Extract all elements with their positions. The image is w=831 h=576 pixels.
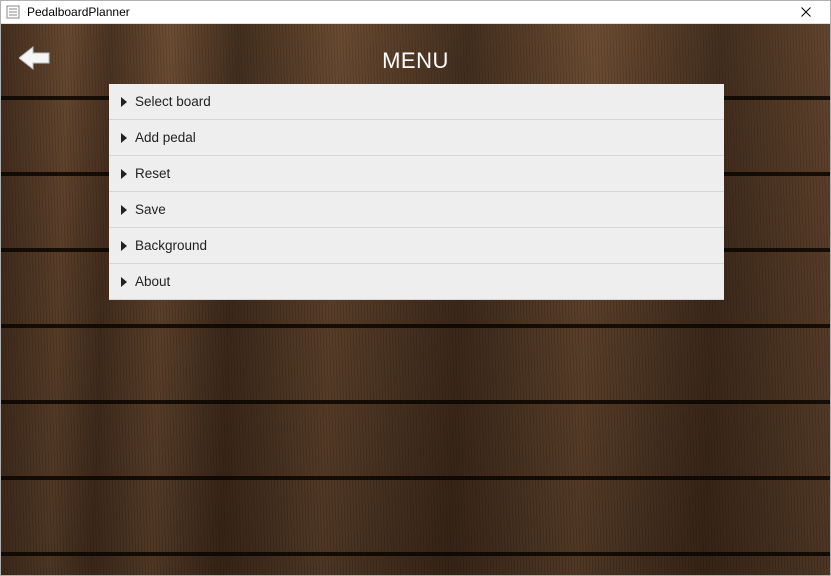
chevron-right-icon xyxy=(117,95,131,109)
chevron-right-icon xyxy=(117,131,131,145)
window-close-button[interactable] xyxy=(786,1,826,24)
page-title: MENU xyxy=(1,48,830,74)
menu-item-about[interactable]: About xyxy=(109,264,724,300)
menu-item-label: Add pedal xyxy=(135,130,196,145)
menu-item-add-pedal[interactable]: Add pedal xyxy=(109,120,724,156)
menu-item-save[interactable]: Save xyxy=(109,192,724,228)
close-icon xyxy=(801,7,811,17)
menu-item-label: Select board xyxy=(135,94,211,109)
chevron-right-icon xyxy=(117,203,131,217)
window-title: PedalboardPlanner xyxy=(27,5,130,19)
menu-panel: Select board Add pedal Reset Save xyxy=(109,84,724,300)
menu-item-label: Save xyxy=(135,202,166,217)
menu-item-label: Background xyxy=(135,238,207,253)
app-body: MENU Select board Add pedal Reset xyxy=(1,24,830,575)
menu-item-label: About xyxy=(135,274,170,289)
chevron-right-icon xyxy=(117,275,131,289)
app-icon xyxy=(5,4,21,20)
app-window: PedalboardPlanner MENU Select board xyxy=(0,0,831,576)
menu-item-select-board[interactable]: Select board xyxy=(109,84,724,120)
menu-item-reset[interactable]: Reset xyxy=(109,156,724,192)
titlebar: PedalboardPlanner xyxy=(1,1,830,24)
chevron-right-icon xyxy=(117,167,131,181)
menu-item-label: Reset xyxy=(135,166,170,181)
chevron-right-icon xyxy=(117,239,131,253)
menu-item-background[interactable]: Background xyxy=(109,228,724,264)
